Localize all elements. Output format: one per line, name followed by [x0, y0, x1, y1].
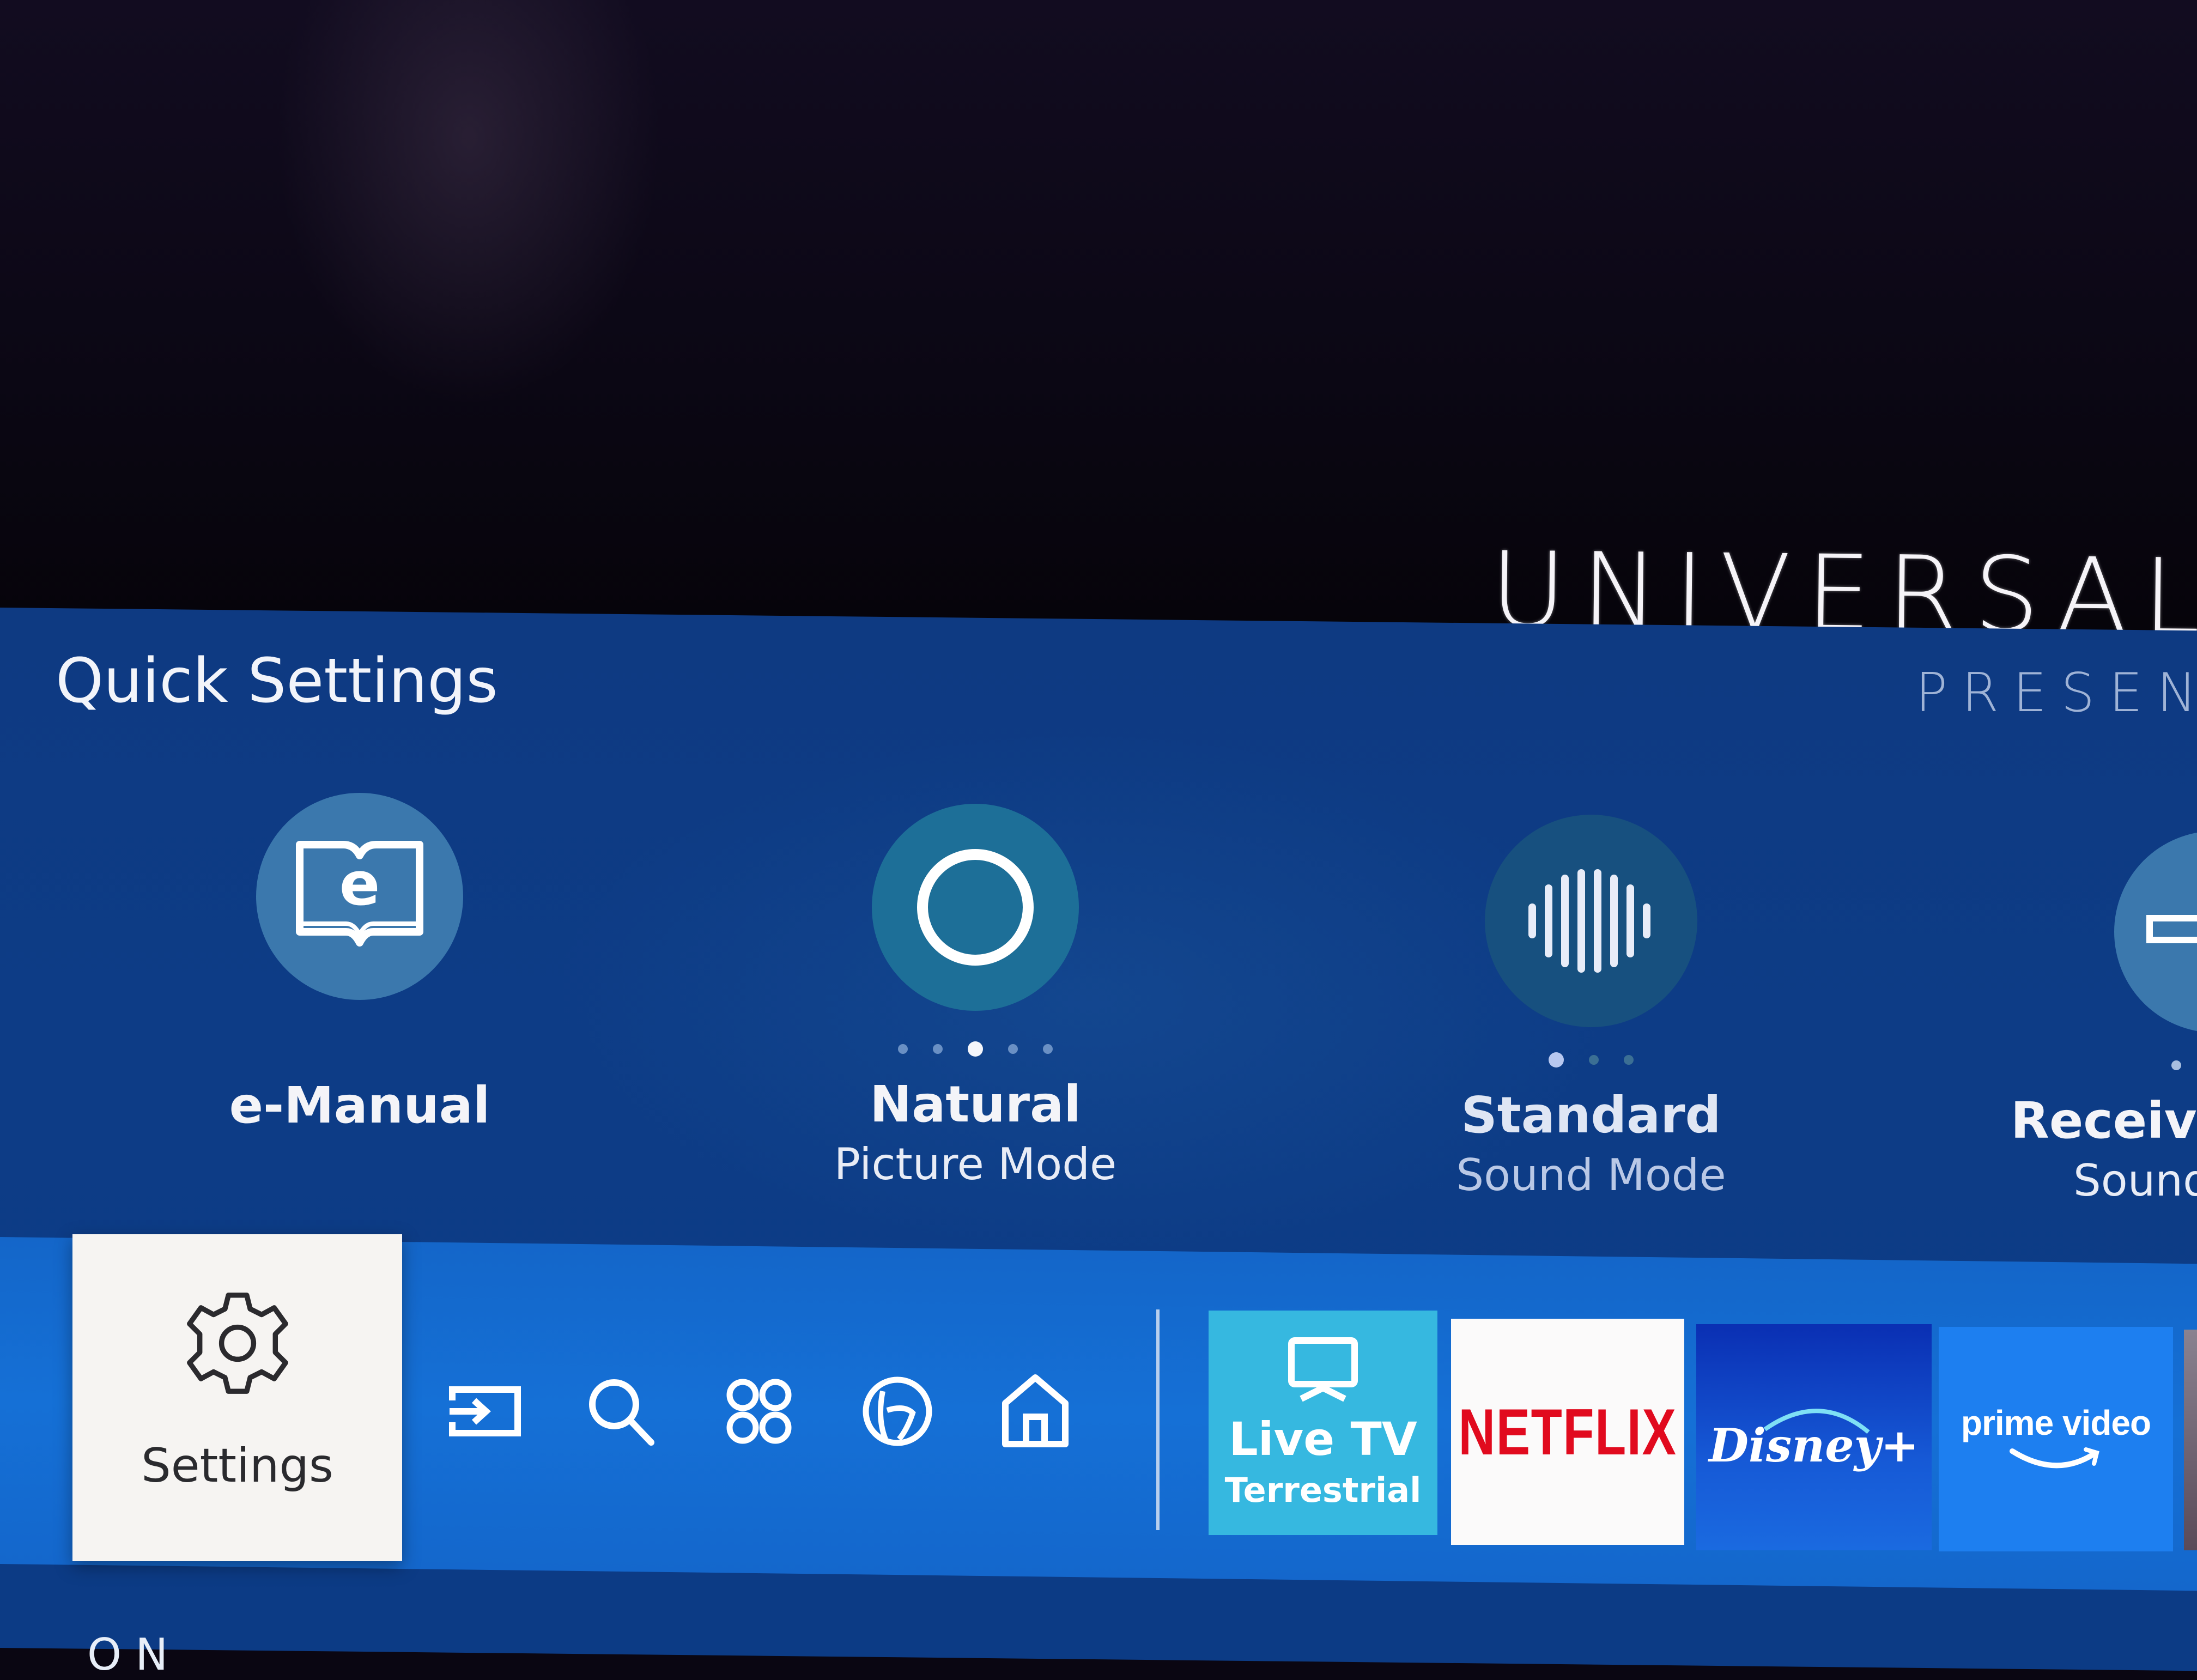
- indicator-dot: [1043, 1044, 1053, 1054]
- e-manual-book-icon: e: [296, 841, 423, 947]
- gear-icon: [186, 1293, 288, 1394]
- ambient-mode-icon: [863, 1376, 932, 1446]
- sound-mode-indicator: [1433, 1049, 1749, 1071]
- e-manual-button[interactable]: e: [256, 793, 463, 1000]
- settings-button[interactable]: Settings: [72, 1234, 402, 1561]
- search-button[interactable]: [580, 1370, 662, 1452]
- prime-video-logo: prime video: [1961, 1403, 2151, 1442]
- app-tile-prime-video[interactable]: prime video: [1939, 1327, 2173, 1551]
- quick-settings-title: Quick Settings: [56, 646, 498, 717]
- quick-setting-e-manual[interactable]: e e-Manual: [229, 793, 490, 1135]
- quick-setting-picture-mode[interactable]: Natural Picture Mode: [817, 804, 1133, 1190]
- source-button[interactable]: [444, 1370, 526, 1452]
- sound-mode-label: Sound Mode: [1456, 1150, 1726, 1200]
- video-subtitle-text: PRESEN: [1915, 662, 2197, 724]
- amazon-smile-icon: [2010, 1447, 2099, 1469]
- picture-mode-indicator: [817, 1038, 1133, 1060]
- svg-text:e: e: [339, 849, 380, 919]
- e-manual-label: e-Manual: [229, 1076, 490, 1135]
- picture-mode-value: Natural: [870, 1075, 1081, 1133]
- sound-output-label: Sound: [2073, 1155, 2197, 1206]
- nav-separator: [1156, 1309, 1160, 1530]
- live-tv-label: Live TV: [1229, 1412, 1417, 1466]
- tv-icon: [1288, 1337, 1358, 1402]
- home-button[interactable]: [994, 1370, 1076, 1452]
- quick-setting-sound-output[interactable]: Receive Sound: [2011, 831, 2197, 1206]
- disney-plus-logo: Disney+: [1709, 1418, 1919, 1472]
- apps-grid-icon: [726, 1379, 792, 1444]
- picture-mode-circle-icon: [917, 849, 1034, 966]
- home-icon: [1002, 1374, 1069, 1447]
- indicator-dot: [1589, 1055, 1599, 1065]
- sound-output-button[interactable]: [2114, 831, 2197, 1033]
- sound-output-icon: [2146, 915, 2197, 943]
- live-tv-sublabel: Terrestrial: [1224, 1470, 1422, 1510]
- indicator-dot-active: [1549, 1052, 1564, 1068]
- app-tile-disney-plus[interactable]: Disney+: [1696, 1324, 1932, 1550]
- sound-output-value: Receive: [2011, 1091, 2197, 1150]
- indicator-dot: [2171, 1060, 2181, 1070]
- settings-label: Settings: [141, 1439, 333, 1493]
- indicator-dot: [933, 1044, 943, 1054]
- source-input-icon: [449, 1386, 521, 1436]
- sound-mode-button[interactable]: [1485, 815, 1697, 1027]
- bottom-cut-off-text: O N: [87, 1629, 168, 1680]
- apps-button[interactable]: [718, 1370, 800, 1452]
- netflix-logo: NETFLIX: [1458, 1395, 1677, 1469]
- picture-mode-button[interactable]: [872, 804, 1079, 1011]
- indicator-dot: [1624, 1055, 1634, 1065]
- indicator-dot-active: [968, 1041, 983, 1057]
- ambient-mode-button[interactable]: [857, 1370, 938, 1452]
- app-tile-partial[interactable]: [2184, 1330, 2197, 1550]
- sound-wave-icon: [1528, 869, 1650, 973]
- quick-setting-sound-mode[interactable]: Standard Sound Mode: [1433, 815, 1749, 1200]
- search-icon: [589, 1379, 654, 1446]
- app-tile-live-tv[interactable]: Live TV Terrestrial: [1209, 1311, 1437, 1535]
- indicator-dot: [898, 1044, 908, 1054]
- app-tile-netflix[interactable]: NETFLIX: [1451, 1319, 1684, 1545]
- picture-mode-label: Picture Mode: [834, 1139, 1117, 1190]
- sound-mode-value: Standard: [1461, 1086, 1721, 1144]
- indicator-dot: [1008, 1044, 1018, 1054]
- sound-output-indicator: [2171, 1054, 2197, 1076]
